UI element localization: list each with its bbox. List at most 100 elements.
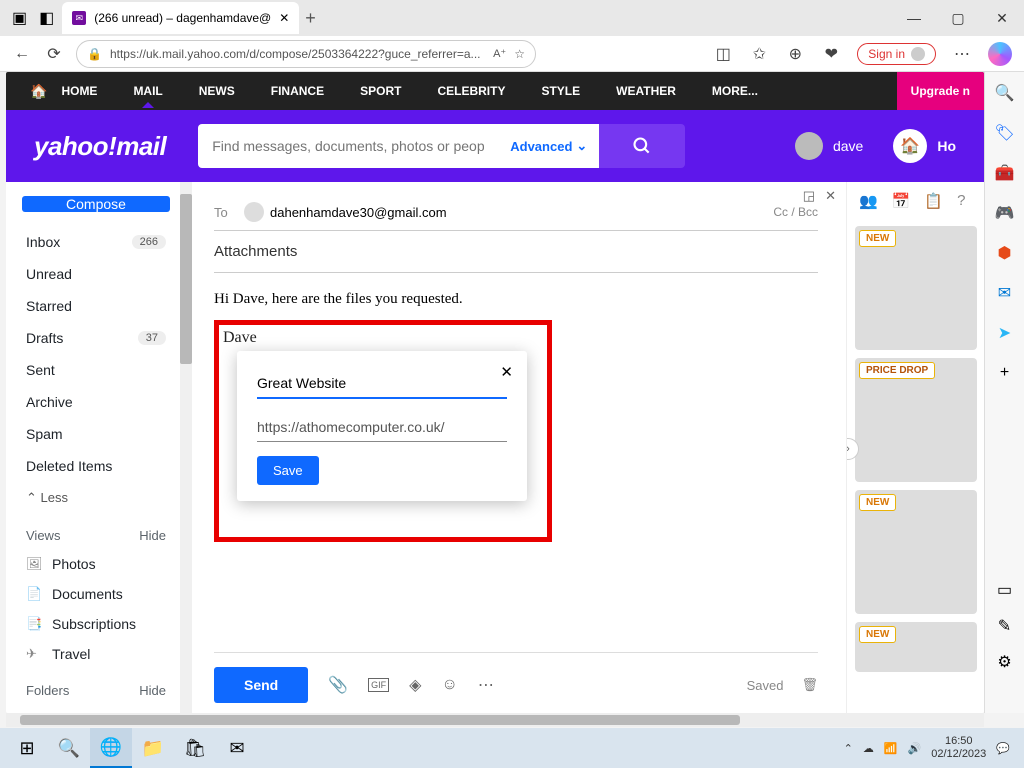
tray-volume-icon[interactable]: 🔊 (908, 742, 922, 755)
settings-sidebar-icon[interactable]: ⚙ (994, 651, 1016, 673)
view-photos[interactable]: 🖼Photos (16, 549, 176, 579)
view-subscriptions[interactable]: 📑Subscriptions (16, 609, 176, 639)
close-window-button[interactable]: ✕ (980, 0, 1024, 36)
folder-archive[interactable]: Archive (16, 386, 176, 418)
ad-slot-3[interactable]: NEW (855, 490, 977, 614)
favorites-icon[interactable]: ✩ (749, 44, 769, 64)
nav-finance[interactable]: FINANCE (271, 84, 324, 98)
home-icon[interactable]: 🏠 (30, 83, 47, 100)
menu-icon[interactable]: ⋯ (952, 44, 972, 64)
start-button[interactable]: ⊞ (6, 728, 48, 768)
nav-celebrity[interactable]: CELEBRITY (437, 84, 505, 98)
advanced-search[interactable]: Advanced ⌄ (498, 124, 599, 168)
signin-button[interactable]: Sign in (857, 43, 936, 65)
nav-mail[interactable]: MAIL (133, 84, 162, 98)
ad-slot-4[interactable]: NEW (855, 622, 977, 672)
nav-home[interactable]: HOME (61, 84, 97, 98)
link-url-input[interactable] (257, 413, 507, 442)
star-icon[interactable]: ☆ (514, 47, 525, 61)
hide-folders[interactable]: Hide (139, 683, 166, 698)
help-icon[interactable]: ? (957, 192, 965, 210)
more-options-icon[interactable]: ⋯ (478, 675, 494, 695)
collections-icon[interactable]: ⊕ (785, 44, 805, 64)
maximize-button[interactable]: ▢ (936, 0, 980, 36)
to-field[interactable]: dahenhamdave30@gmail.com (270, 205, 447, 220)
folder-sent[interactable]: Sent (16, 354, 176, 386)
horizontal-scrollbar-thumb[interactable] (20, 715, 740, 725)
attach-icon[interactable]: 📎 (328, 675, 348, 695)
copilot-icon[interactable] (988, 42, 1012, 66)
folder-drafts[interactable]: Drafts37 (16, 322, 176, 354)
folder-deleted[interactable]: Deleted Items (16, 450, 176, 482)
performance-icon[interactable]: ▭ (994, 579, 1016, 601)
minimize-button[interactable]: — (892, 0, 936, 36)
horizontal-scrollbar[interactable] (6, 713, 984, 727)
task-search[interactable]: 🔍 (48, 728, 90, 768)
tab-close-icon[interactable]: ✕ (279, 11, 289, 25)
tray-wifi-icon[interactable]: 📶 (884, 742, 898, 755)
gif-icon[interactable]: GIF (368, 678, 389, 692)
extensions-icon[interactable]: ❤ (821, 44, 841, 64)
tray-chevron-icon[interactable]: ⌃ (844, 742, 853, 755)
upgrade-button[interactable]: Upgrade n (897, 72, 984, 110)
nav-style[interactable]: STYLE (541, 84, 580, 98)
link-text-input[interactable] (257, 369, 507, 399)
tray-clock[interactable]: 16:50 02/12/2023 (931, 735, 986, 761)
contacts-icon[interactable]: 👥 (859, 192, 878, 210)
workspaces-icon[interactable]: ▣ (12, 8, 27, 28)
address-bar[interactable]: 🔒 https://uk.mail.yahoo.com/d/compose/25… (76, 40, 536, 68)
add-sidebar-icon[interactable]: + (994, 362, 1016, 384)
send-button[interactable]: Send (214, 667, 308, 703)
cc-bcc-toggle[interactable]: Cc / Bcc (773, 205, 818, 219)
ad-slot-2[interactable]: PRICE DROP (855, 358, 977, 482)
back-button[interactable]: ← (12, 44, 32, 64)
search-sidebar-icon[interactable]: 🔍 (994, 82, 1016, 104)
folder-inbox[interactable]: Inbox266 (16, 226, 176, 258)
calendar-icon[interactable]: 📅 (892, 192, 911, 210)
shopping-icon[interactable]: 🏷 (994, 122, 1016, 144)
nav-more[interactable]: MORE... (712, 84, 758, 98)
tray-notifications-icon[interactable]: 💬 (996, 742, 1010, 755)
folder-unread[interactable]: Unread (16, 258, 176, 290)
home-button[interactable]: 🏠 (893, 129, 927, 163)
email-body[interactable]: Hi Dave, here are the files you requeste… (214, 273, 818, 316)
task-explorer[interactable]: 📁 (132, 728, 174, 768)
avatar[interactable] (795, 132, 823, 160)
tray-onedrive-icon[interactable]: ☁ (863, 742, 874, 755)
new-tab-button[interactable]: + (305, 8, 316, 29)
send-icon[interactable]: ➤ (994, 322, 1016, 344)
nav-news[interactable]: NEWS (199, 84, 235, 98)
close-compose-icon[interactable]: ✕ (825, 188, 836, 204)
edit-icon[interactable]: ✎ (994, 615, 1016, 637)
stationery-icon[interactable]: ◈ (409, 675, 421, 695)
task-store[interactable]: 🛍 (174, 728, 216, 768)
task-edge[interactable]: 🌐 (90, 728, 132, 768)
nav-sport[interactable]: SPORT (360, 84, 401, 98)
search-input[interactable] (198, 124, 498, 168)
notepad-icon[interactable]: 📋 (924, 192, 943, 210)
nav-weather[interactable]: WEATHER (616, 84, 676, 98)
save-link-button[interactable]: Save (257, 456, 319, 485)
folder-starred[interactable]: Starred (16, 290, 176, 322)
reader-icon[interactable]: A⁺ (493, 47, 506, 60)
delete-draft-icon[interactable]: 🗑 (801, 677, 818, 693)
outlook-icon[interactable]: ✉ (994, 282, 1016, 304)
hide-views[interactable]: Hide (139, 528, 166, 543)
tab-actions-icon[interactable]: ◧ (39, 8, 54, 28)
username[interactable]: dave (833, 138, 863, 154)
search-button[interactable] (599, 124, 685, 168)
subject-field[interactable]: Attachments (214, 231, 818, 273)
split-icon[interactable]: ◫ (713, 44, 733, 64)
games-icon[interactable]: 🎮 (994, 202, 1016, 224)
popout-icon[interactable]: ◲ (803, 188, 815, 204)
folder-spam[interactable]: Spam (16, 418, 176, 450)
refresh-button[interactable]: ⟳ (44, 44, 64, 64)
view-travel[interactable]: ✈Travel (16, 639, 176, 669)
tools-icon[interactable]: 🧰 (994, 162, 1016, 184)
emoji-icon[interactable]: ☺ (441, 676, 457, 694)
ad-slot-1[interactable]: NEW (855, 226, 977, 350)
compose-button[interactable]: Compose (22, 196, 170, 212)
less-toggle[interactable]: ⌃ Less (16, 482, 176, 514)
browser-tab[interactable]: ✉ (266 unread) – dagenhamdave@ ✕ (62, 2, 299, 34)
close-modal-icon[interactable]: ✕ (500, 363, 513, 381)
